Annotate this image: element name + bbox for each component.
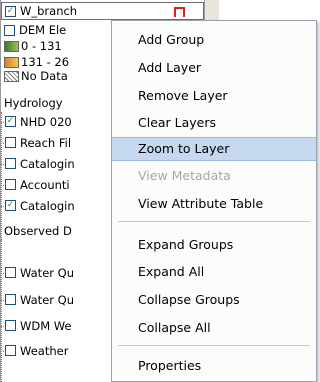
menu-item-collapse-groups[interactable]: Collapse Groups: [112, 288, 316, 312]
layer-checkbox[interactable]: [5, 158, 16, 169]
group-label-hydrology[interactable]: Hydrology: [4, 96, 63, 110]
layer-label: Weather: [20, 344, 69, 358]
menu-item-remove-layer[interactable]: Remove Layer: [112, 84, 316, 108]
selection-marker-icon: [174, 7, 185, 17]
legend-label: 0 - 131: [21, 39, 62, 53]
layer-checkbox[interactable]: [4, 25, 15, 36]
menu-item-view-metadata[interactable]: View Metadata: [112, 164, 316, 188]
menu-item-view-attribute-table[interactable]: View Attribute Table: [112, 192, 316, 216]
scrollbar[interactable]: [204, 0, 219, 22]
layer-checkbox[interactable]: [5, 267, 16, 278]
no-data-hatch-icon: [4, 71, 19, 82]
layer-row[interactable]: Catalogin: [1, 156, 112, 172]
layer-label: Water Qu: [20, 293, 74, 307]
layer-checkbox[interactable]: [5, 179, 16, 190]
layer-checkbox[interactable]: [5, 320, 16, 331]
menu-item-properties[interactable]: Properties: [112, 354, 316, 378]
layer-label: WDM We: [20, 319, 72, 333]
menu-item-expand-groups[interactable]: Expand Groups: [112, 233, 316, 257]
menu-item-add-layer[interactable]: Add Layer: [112, 56, 316, 80]
layer-checkbox[interactable]: ✓: [5, 116, 16, 127]
menu-item-clear-layers[interactable]: Clear Layers: [112, 111, 316, 135]
group-label-observed-data[interactable]: Observed D: [4, 224, 72, 238]
layer-label: Reach Fil: [20, 136, 72, 150]
layer-row[interactable]: Accounti: [1, 177, 112, 193]
layer-checkbox[interactable]: [5, 137, 16, 148]
layer-label: NHD 020: [20, 115, 72, 129]
layer-row[interactable]: WDM We: [1, 318, 112, 334]
legend-item: 0 - 131: [1, 38, 112, 54]
layer-checkbox[interactable]: ✓: [5, 6, 16, 17]
menu-separator: [118, 345, 310, 346]
legend-label: No Data: [21, 69, 68, 83]
tree-line: [1, 240, 3, 382]
legend-swatch-icon: [4, 57, 19, 68]
layer-checkbox[interactable]: ✓: [5, 200, 16, 211]
menu-separator: [118, 221, 310, 222]
layer-row[interactable]: ✓ Catalogin: [1, 198, 112, 214]
menu-item-expand-all[interactable]: Expand All: [112, 260, 316, 284]
layer-row[interactable]: Reach Fil: [1, 135, 112, 151]
layer-row[interactable]: ✓ NHD 020: [1, 114, 112, 130]
layer-label: Accounti: [20, 178, 70, 192]
context-menu: Add Group Add Layer Remove Layer Clear L…: [111, 20, 317, 382]
layer-label: W_branch: [20, 4, 78, 18]
layer-row[interactable]: Weather: [1, 343, 112, 359]
menu-item-add-group[interactable]: Add Group: [112, 28, 316, 52]
layer-row-w-branch[interactable]: ✓ W_branch: [1, 2, 204, 20]
legend-swatch-icon: [4, 41, 19, 52]
layer-label: Water Qu: [20, 266, 74, 280]
layer-row[interactable]: Water Qu: [1, 265, 112, 281]
menu-item-zoom-to-layer[interactable]: Zoom to Layer: [112, 137, 316, 161]
legend-item: No Data: [1, 68, 112, 84]
layer-row[interactable]: Water Qu: [1, 292, 112, 308]
layer-row-dem[interactable]: DEM Ele: [1, 22, 112, 38]
layer-label: Catalogin: [20, 199, 75, 213]
legend-label: 131 - 26: [21, 55, 70, 69]
layer-checkbox[interactable]: [5, 294, 16, 305]
layer-label: Catalogin: [20, 157, 75, 171]
menu-item-collapse-all[interactable]: Collapse All: [112, 316, 316, 340]
layer-checkbox[interactable]: [5, 345, 16, 356]
layer-label: DEM Ele: [19, 23, 67, 37]
